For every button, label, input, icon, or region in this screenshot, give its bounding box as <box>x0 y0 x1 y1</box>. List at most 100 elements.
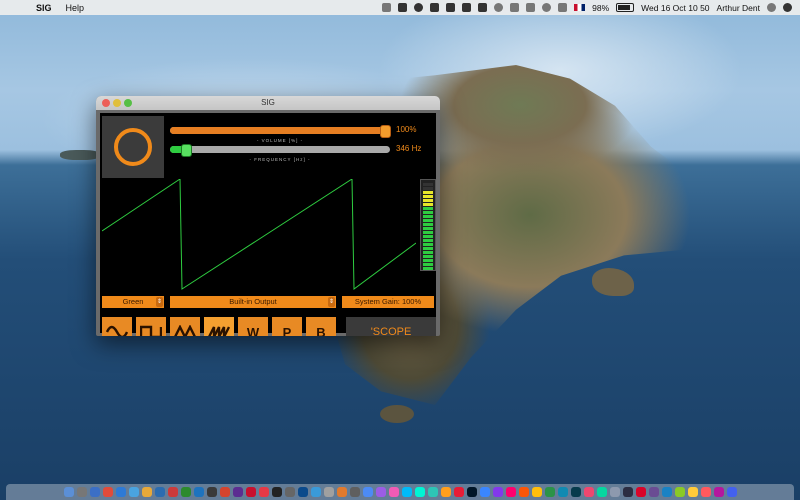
dock-app-icon[interactable] <box>310 487 321 497</box>
waveform-sine-button[interactable] <box>102 317 132 336</box>
color-select[interactable]: Green ⇕ <box>102 296 164 308</box>
dock-app-icon[interactable] <box>180 487 191 497</box>
dock-app-icon[interactable] <box>297 487 308 497</box>
app-status-icon[interactable] <box>446 3 456 12</box>
output-select[interactable]: Built-in Output ⇕ <box>170 296 336 308</box>
dock-app-icon[interactable] <box>453 487 464 497</box>
menu-user[interactable]: Arthur Dent <box>717 3 760 13</box>
dock-app-icon[interactable] <box>544 487 555 497</box>
dock-app-icon[interactable] <box>518 487 529 497</box>
time-machine-icon[interactable] <box>494 3 504 12</box>
menu-clock[interactable]: Wed 16 Oct 10 50 <box>641 3 709 13</box>
volume-thumb[interactable] <box>380 125 391 138</box>
dock-app-icon[interactable] <box>440 487 451 497</box>
dock-app-icon[interactable] <box>102 487 113 497</box>
dock-app-icon[interactable] <box>427 487 438 497</box>
dock-app-icon[interactable] <box>570 487 581 497</box>
input-source-flag-icon[interactable] <box>574 4 586 11</box>
dock-app-icon[interactable] <box>271 487 282 497</box>
search-icon[interactable] <box>767 3 776 12</box>
level-meter-segment <box>423 187 433 190</box>
wifi-icon[interactable] <box>542 3 552 12</box>
app-status-icon[interactable] <box>478 3 488 12</box>
menu-help[interactable]: Help <box>66 3 85 13</box>
dock-app-icon[interactable] <box>713 487 724 497</box>
select-arrows-icon: ⇕ <box>328 297 335 307</box>
dock-app-icon[interactable] <box>154 487 165 497</box>
dock-app-icon[interactable] <box>115 487 126 497</box>
level-meter-segment <box>423 263 433 266</box>
scope-button[interactable]: 'SCOPE <box>346 317 436 336</box>
volume-icon[interactable] <box>558 3 568 12</box>
dock-app-icon[interactable] <box>323 487 334 497</box>
dock-app-icon[interactable] <box>583 487 594 497</box>
dock-app-icon[interactable] <box>245 487 256 497</box>
dock-app-icon[interactable] <box>167 487 178 497</box>
dock-app-icon[interactable] <box>596 487 607 497</box>
dock-app-icon[interactable] <box>128 487 139 497</box>
frequency-thumb[interactable] <box>180 144 192 157</box>
dock-app-icon[interactable] <box>622 487 633 497</box>
menu-bar: SIG Help 98% Wed 16 Oct 10 50 Arthur Den… <box>0 0 800 15</box>
battery-icon[interactable] <box>616 3 635 12</box>
system-gain-button[interactable]: System Gain: 100% <box>342 296 434 308</box>
dock-app-icon[interactable] <box>401 487 412 497</box>
white-noise-button[interactable]: W <box>238 317 268 336</box>
level-meter-segment <box>423 211 433 214</box>
dock-app-icon[interactable] <box>674 487 685 497</box>
dock-app-icon[interactable] <box>232 487 243 497</box>
sliders-icon[interactable] <box>398 3 408 12</box>
dock-app-icon[interactable] <box>479 487 490 497</box>
rock <box>380 405 414 423</box>
dock-app-icon[interactable] <box>219 487 230 497</box>
dock-app-icon[interactable] <box>63 487 74 497</box>
dock-app-icon[interactable] <box>505 487 516 497</box>
volume-value: 100% <box>396 125 417 134</box>
dock-app-icon[interactable] <box>206 487 217 497</box>
waveform-sawtooth-button[interactable] <box>204 317 234 336</box>
dock-app-icon[interactable] <box>609 487 620 497</box>
app-status-icon[interactable] <box>414 3 424 12</box>
menu-app-name[interactable]: SIG <box>36 3 52 13</box>
dock-app-icon[interactable] <box>661 487 672 497</box>
minimize-button[interactable] <box>113 99 121 107</box>
dock-app-icon[interactable] <box>258 487 269 497</box>
dock-app-icon[interactable] <box>284 487 295 497</box>
volume-slider[interactable] <box>170 125 391 138</box>
dock-app-icon[interactable] <box>492 487 503 497</box>
dock-app-icon[interactable] <box>349 487 360 497</box>
dock-app-icon[interactable] <box>726 487 737 497</box>
dock-app-icon[interactable] <box>89 487 100 497</box>
dock-app-icon[interactable] <box>466 487 477 497</box>
app-status-icon[interactable] <box>462 3 472 12</box>
bluetooth-icon[interactable] <box>526 3 536 12</box>
dock-app-icon[interactable] <box>635 487 646 497</box>
dock-app-icon[interactable] <box>557 487 568 497</box>
waveform-square-button[interactable] <box>136 317 166 336</box>
dock-app-icon[interactable] <box>414 487 425 497</box>
app-status-icon[interactable] <box>430 3 440 12</box>
dock-app-icon[interactable] <box>687 487 698 497</box>
dock-app-icon[interactable] <box>648 487 659 497</box>
zoom-button[interactable] <box>124 99 132 107</box>
close-button[interactable] <box>102 99 110 107</box>
dock-app-icon[interactable] <box>362 487 373 497</box>
dock-app-icon[interactable] <box>375 487 386 497</box>
level-meter-segment <box>423 207 433 210</box>
dock-app-icon[interactable] <box>193 487 204 497</box>
dock-app-icon[interactable] <box>388 487 399 497</box>
window-titlebar[interactable]: SIG <box>96 96 440 110</box>
power-button[interactable] <box>102 116 164 178</box>
waveform-triangle-button[interactable] <box>170 317 200 336</box>
dock-app-icon[interactable] <box>336 487 347 497</box>
pink-noise-button[interactable]: P <box>272 317 302 336</box>
dock-app-icon[interactable] <box>531 487 542 497</box>
dock-app-icon[interactable] <box>76 487 87 497</box>
brown-noise-button[interactable]: B <box>306 317 336 336</box>
dock-app-icon[interactable] <box>141 487 152 497</box>
airplay-icon[interactable] <box>510 3 520 12</box>
dock-app-icon[interactable] <box>700 487 711 497</box>
cloud-icon[interactable] <box>382 3 392 12</box>
frequency-slider[interactable] <box>170 144 390 157</box>
notification-center-icon[interactable] <box>783 3 792 12</box>
